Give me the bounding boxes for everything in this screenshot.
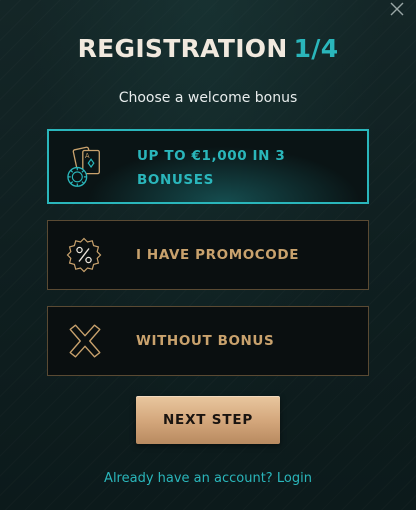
option-label: WITHOUT BONUS <box>136 333 275 349</box>
subtitle: Choose a welcome bonus <box>118 90 298 106</box>
bonus-option-none[interactable]: WITHOUT BONUS <box>47 306 369 376</box>
bonus-option-welcome[interactable]: A UP TO €1,000 IN 3 BONUSES <box>47 129 369 204</box>
login-link[interactable]: Login <box>277 471 312 486</box>
registration-modal: REGISTRATION 1/4 Choose a welcome bonus A… <box>0 0 416 510</box>
svg-text:A: A <box>85 152 90 160</box>
close-icon[interactable] <box>390 2 404 16</box>
bonus-option-promocode[interactable]: I HAVE PROMOCODE <box>47 220 369 290</box>
next-step-button[interactable]: NEXT STEP <box>136 396 280 444</box>
page-title: REGISTRATION 1/4 <box>0 34 416 63</box>
casino-cards-chip-icon: A <box>67 146 100 187</box>
already-account-text: Already have an account? <box>104 471 273 486</box>
x-cross-icon <box>69 324 101 358</box>
step-indicator: 1/4 <box>293 34 339 63</box>
title-text: REGISTRATION <box>77 34 288 63</box>
login-prompt: Already have an account? Login <box>0 471 416 486</box>
option-label: UP TO €1,000 IN 3 BONUSES <box>137 148 286 188</box>
option-label: I HAVE PROMOCODE <box>136 247 300 263</box>
percent-badge-icon <box>66 237 102 273</box>
